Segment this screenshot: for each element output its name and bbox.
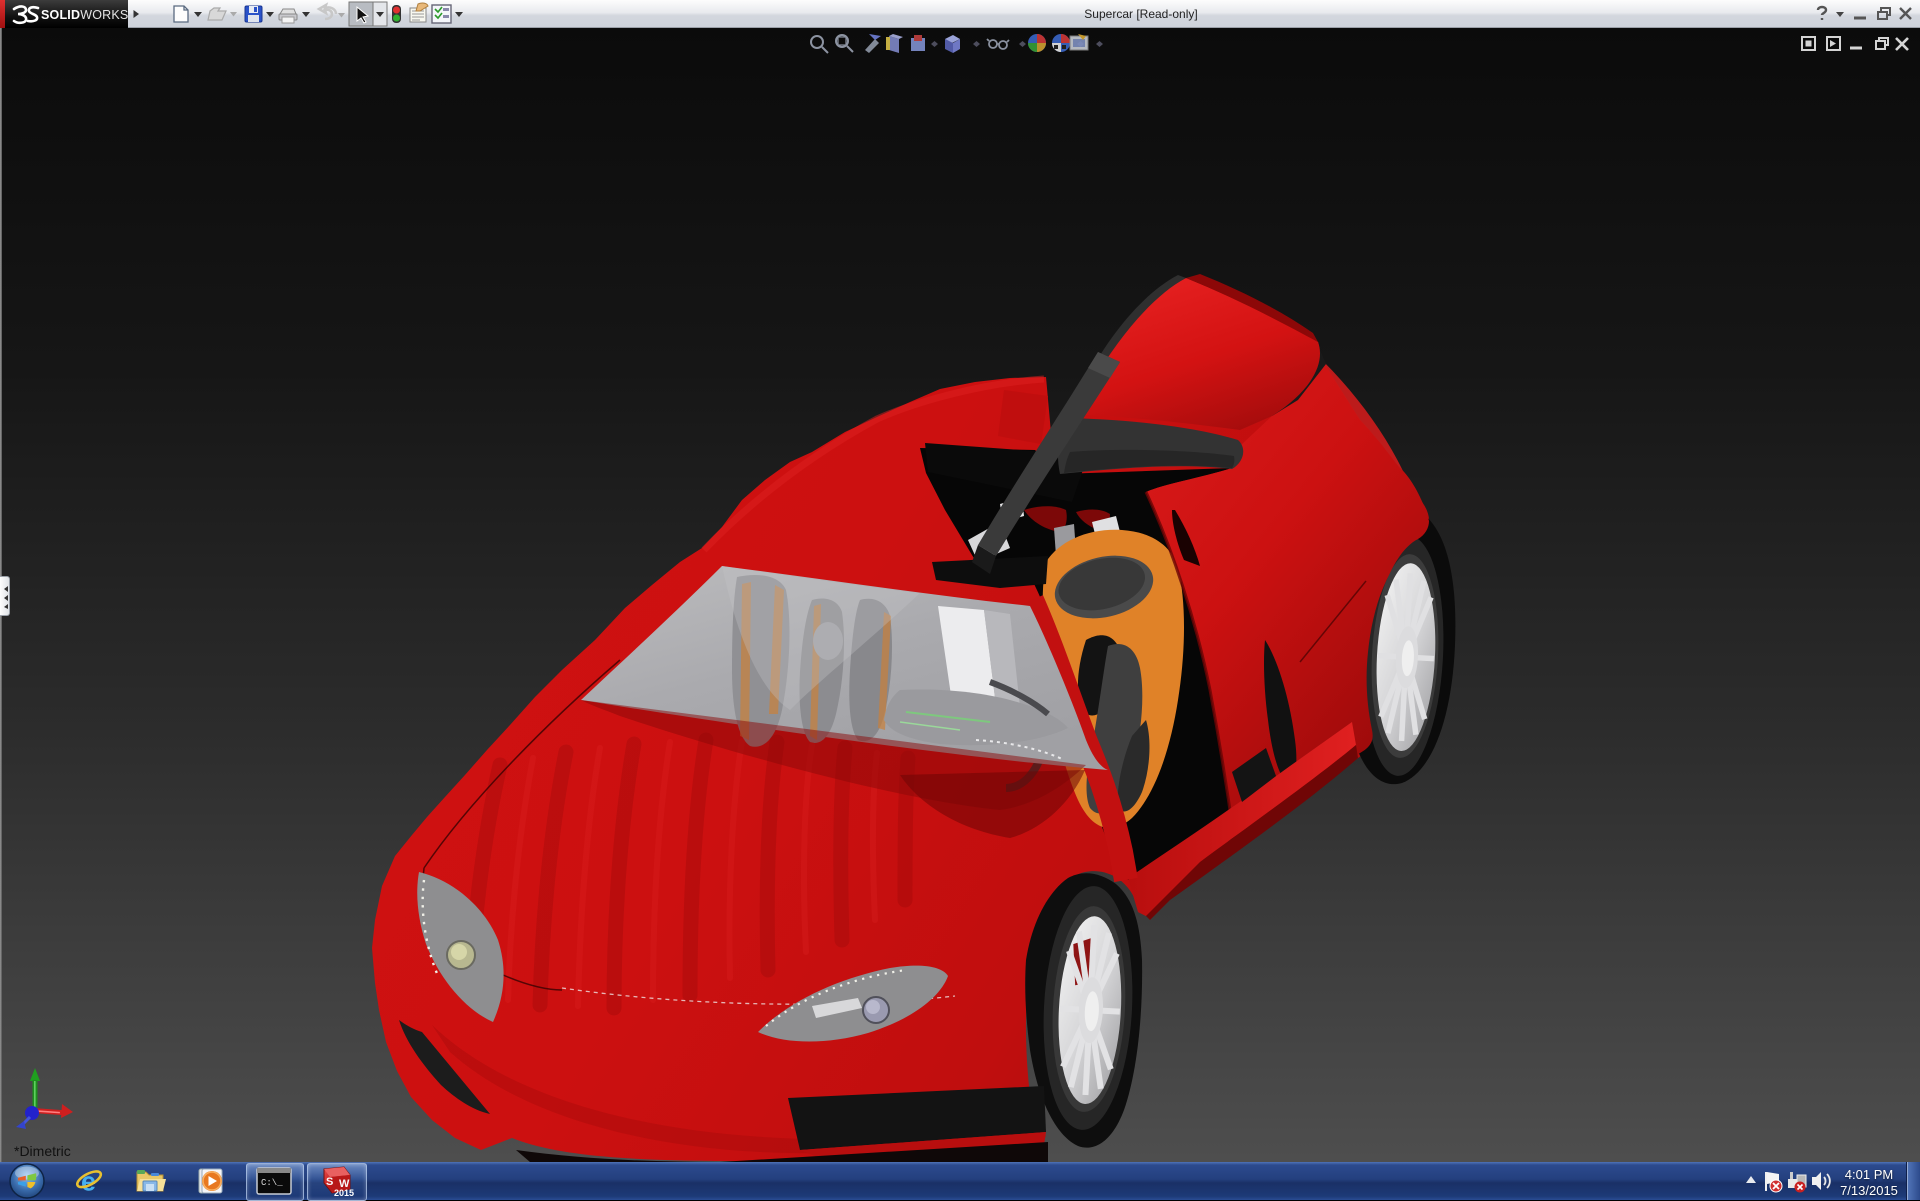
svg-text:2015: 2015 bbox=[334, 1188, 354, 1198]
svg-text:S: S bbox=[326, 1176, 333, 1188]
svg-text:SOLIDWORKS: SOLIDWORKS bbox=[41, 8, 128, 22]
svg-text:C:\_: C:\_ bbox=[261, 1178, 283, 1188]
